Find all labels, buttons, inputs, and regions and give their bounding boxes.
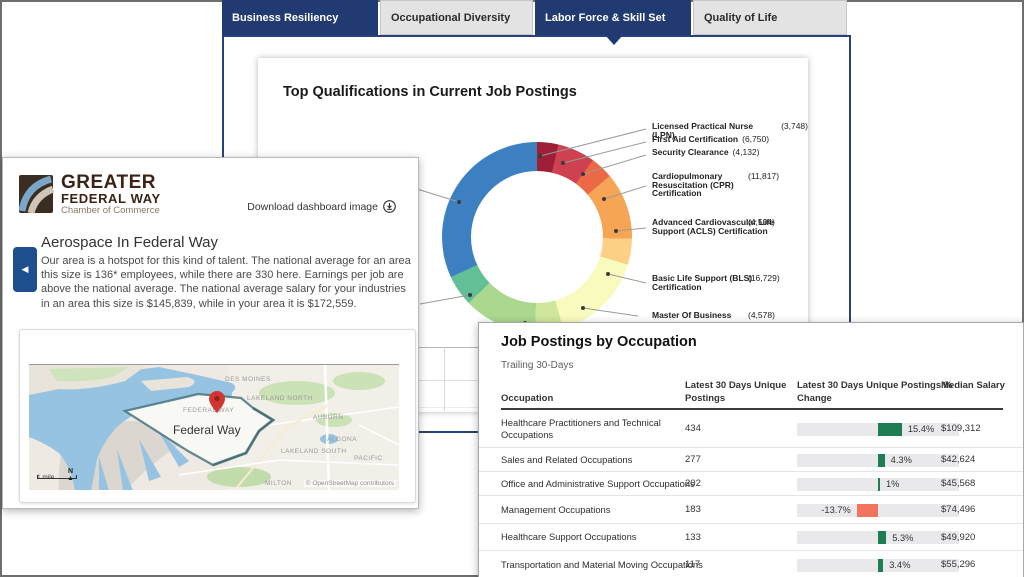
- map-card: DES MOINES LAKELAND NORTH FEDERAL WAY Feder…: [19, 329, 416, 503]
- dashboard-screenshot: Business ResiliencyOccupational Diversit…: [0, 0, 1024, 577]
- map-place-label: MILTON: [265, 480, 292, 487]
- download-icon: [383, 200, 396, 213]
- table-row[interactable]: Management Occupations183 -13.7% $74,496: [479, 496, 1023, 524]
- map-attribution: © OpenStreetMap contributors: [304, 480, 396, 487]
- donut-label: CardiopulmonaryResuscitation (CPR)Certif…: [652, 172, 734, 198]
- table-row[interactable]: Healthcare Support Occupations133 5.3% $49…: [479, 524, 1023, 551]
- pct-change-track: 15.4%: [797, 423, 959, 436]
- tab-labor-force-skill-set[interactable]: Labor Force & Skill Set: [535, 0, 691, 35]
- section-body: Our area is a hotspot for this kind of t…: [41, 254, 411, 311]
- postings-cell: 434: [685, 410, 701, 447]
- pct-change-label: -13.7%: [821, 504, 850, 517]
- donut-label: Advanced Cardiovascular LifeSupport (ACL…: [652, 218, 774, 235]
- table-title: Job Postings by Occupation: [501, 334, 697, 350]
- table-row[interactable]: Healthcare Practitioners and TechnicalOc…: [479, 410, 1023, 448]
- donut-hole: [471, 171, 603, 303]
- donut-label: First Aid Certification(6,750): [652, 135, 769, 144]
- pct-change-track: -13.7%: [797, 504, 959, 517]
- table-subtitle: Trailing 30-Days: [501, 360, 573, 371]
- pct-change-label: 4.3%: [891, 454, 912, 467]
- median-salary-cell: $45,568: [941, 472, 975, 495]
- median-salary-cell: $74,496: [941, 496, 975, 523]
- chamber-logo: GREATER FEDERAL WAY Chamber of Commerce: [19, 174, 161, 216]
- median-salary-cell: $109,312: [941, 410, 981, 447]
- download-label: Download dashboard image: [247, 201, 378, 213]
- logo-line-1: GREATER: [61, 174, 161, 192]
- pct-change-bar: [878, 559, 883, 572]
- pct-change-label: 5.3%: [892, 531, 913, 544]
- compass-icon: N ▲: [67, 468, 74, 482]
- chart-title: Top Qualifications in Current Job Postin…: [283, 84, 577, 100]
- column-header: Occupation: [501, 392, 553, 405]
- pct-change-bar: [857, 504, 878, 517]
- map-scale: 1 mile: [37, 474, 54, 481]
- column-header: Median Salary: [941, 379, 1005, 392]
- postings-cell: 117: [685, 551, 700, 577]
- pct-change-track: 4.3%: [797, 454, 959, 467]
- map-place-label: Federal Way: [173, 423, 241, 437]
- occluded-divider: [444, 347, 445, 411]
- pct-change-bar: [878, 454, 885, 467]
- pct-change-bar: [878, 478, 880, 491]
- median-salary-cell: $49,920: [941, 524, 975, 550]
- postings-cell: 277: [685, 448, 701, 471]
- donut-label: Security Clearance(4,132): [652, 148, 759, 157]
- map-place-label: ALGONA: [327, 436, 357, 443]
- pct-change-bar: [878, 531, 886, 544]
- column-header: Latest 30 Days UniquePostings: [685, 379, 786, 405]
- active-tab-pointer: [605, 35, 623, 45]
- tab-bar: Business ResiliencyOccupational Diversit…: [222, 0, 851, 35]
- pct-change-bar: [878, 423, 902, 436]
- collapse-arrow-button[interactable]: ◀: [13, 247, 37, 292]
- column-header: Latest 30 Days Unique Postings %Change: [797, 379, 952, 405]
- federal-way-map[interactable]: DES MOINES LAKELAND NORTH FEDERAL WAY Feder…: [29, 364, 399, 490]
- map-place-label: LAKELAND SOUTH: [281, 448, 347, 455]
- postings-cell: 183: [685, 496, 701, 523]
- pct-change-track: 3.4%: [797, 559, 959, 572]
- donut-label: Basic Life Support (BLS)Certification(16…: [652, 274, 752, 291]
- table-rows: Healthcare Practitioners and TechnicalOc…: [479, 410, 1023, 577]
- job-postings-card: Job Postings by Occupation Trailing 30-D…: [478, 322, 1024, 577]
- logo-line-3: Chamber of Commerce: [61, 205, 161, 216]
- map-place-label: LAKELAND NORTH: [247, 395, 313, 402]
- map-place-label: DES MOINES: [225, 376, 271, 383]
- map-place-label: AUBURN: [313, 414, 343, 421]
- map-place-label: FEDERAL WAY: [183, 407, 234, 414]
- table-row[interactable]: Office and Administrative Support Occupa…: [479, 472, 1023, 496]
- occupation-cell: Healthcare Practitioners and TechnicalOc…: [501, 410, 687, 447]
- median-salary-cell: $55,296: [941, 551, 975, 577]
- left-arrow-icon: ◀: [22, 264, 29, 275]
- tab-occupational-diversity[interactable]: Occupational Diversity: [380, 0, 533, 35]
- pct-change-label: 3.4%: [889, 559, 910, 572]
- occupation-cell: Transportation and Material Moving Occup…: [501, 551, 687, 577]
- chamber-logo-mark: [19, 174, 55, 214]
- postings-cell: 133: [685, 524, 701, 550]
- download-dashboard-link[interactable]: Download dashboard image: [247, 200, 396, 213]
- occupation-cell: Sales and Related Occupations: [501, 448, 687, 471]
- table-row[interactable]: Transportation and Material Moving Occup…: [479, 551, 1023, 577]
- map-place-label: PACIFIC: [354, 455, 383, 462]
- pct-change-label: 1%: [886, 478, 899, 491]
- chamber-card: GREATER FEDERAL WAY Chamber of Commerce …: [2, 157, 419, 509]
- occupation-cell: Healthcare Support Occupations: [501, 524, 687, 550]
- table-row[interactable]: Sales and Related Occupations277 4.3% $42,…: [479, 448, 1023, 472]
- section-title: Aerospace In Federal Way: [41, 234, 218, 251]
- logo-line-2: FEDERAL WAY: [61, 192, 161, 205]
- occupation-cell: Office and Administrative Support Occupa…: [501, 472, 687, 495]
- median-salary-cell: $42,624: [941, 448, 975, 471]
- chamber-logo-text: GREATER FEDERAL WAY Chamber of Commerce: [61, 174, 161, 216]
- donut-label: Master Of Business(4,578): [652, 311, 731, 320]
- postings-cell: 202: [685, 472, 701, 495]
- pct-change-track: 1%: [797, 478, 959, 491]
- tab-business-resiliency[interactable]: Business Resiliency: [222, 0, 378, 35]
- tab-quality-of-life[interactable]: Quality of Life: [693, 0, 847, 35]
- occupation-cell: Management Occupations: [501, 496, 687, 523]
- pct-change-track: 5.3%: [797, 531, 959, 544]
- pct-change-label: 15.4%: [908, 423, 934, 436]
